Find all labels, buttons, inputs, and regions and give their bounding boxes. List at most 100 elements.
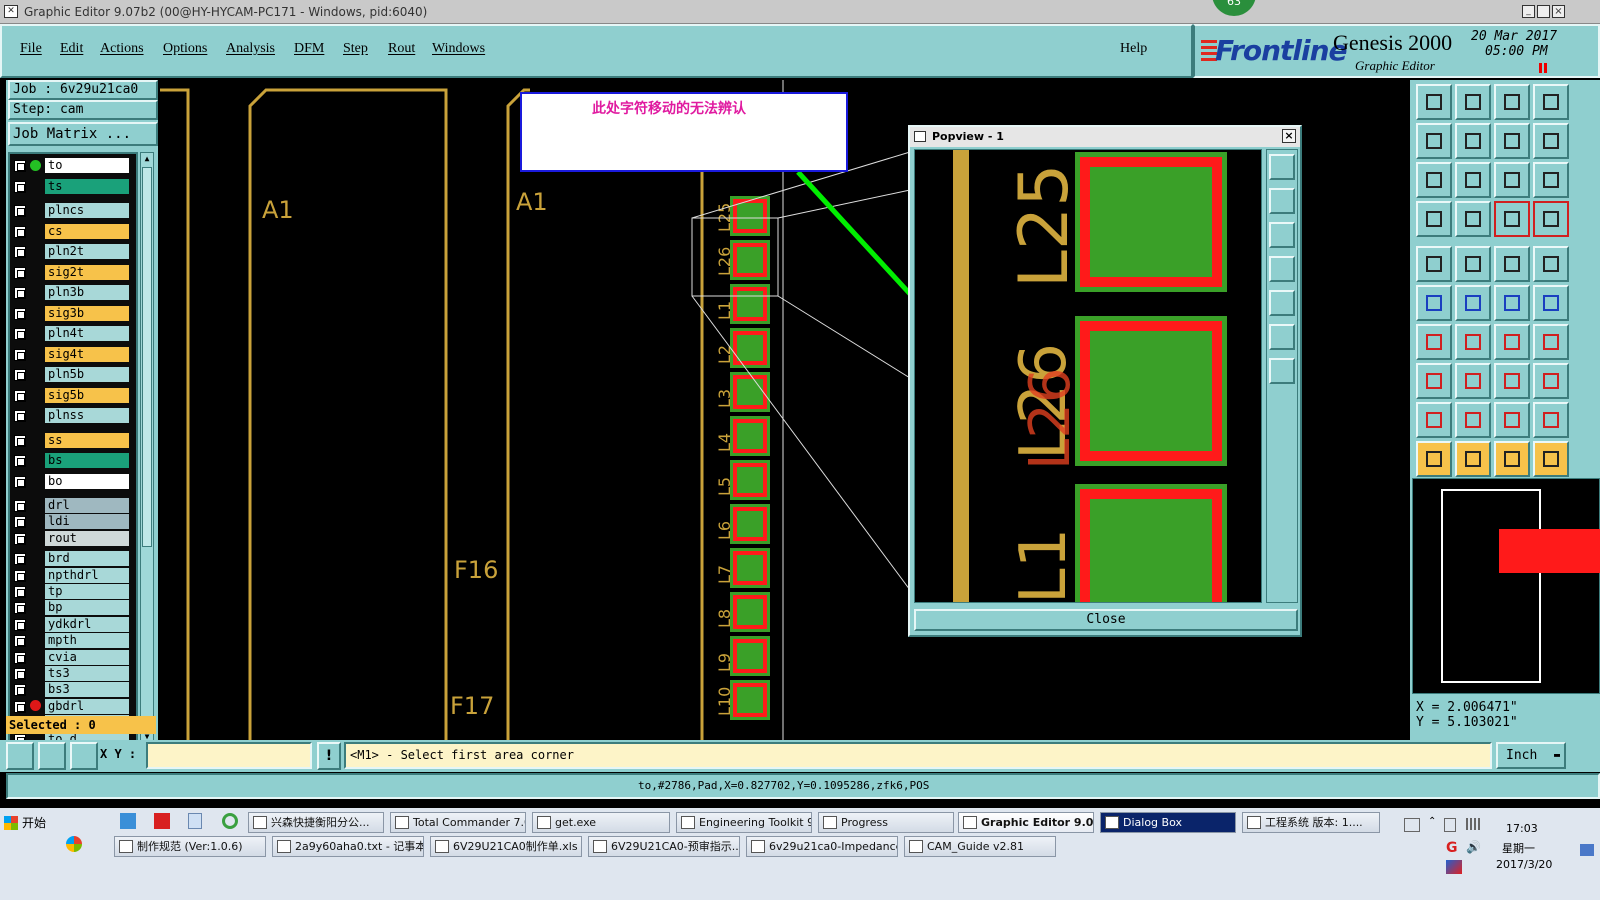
menu-analysis[interactable]: Analysis	[226, 41, 275, 57]
layer-row[interactable]: ts	[12, 178, 134, 194]
measure-icon[interactable]	[38, 742, 66, 770]
window-down-icon[interactable]	[1455, 84, 1491, 120]
layer-name[interactable]: sig3b	[45, 305, 129, 321]
route-icon[interactable]	[1533, 441, 1569, 477]
layer-name[interactable]: to	[45, 158, 129, 173]
text-a-fill-icon[interactable]	[1533, 402, 1569, 438]
menu-dfm[interactable]: DFM	[294, 41, 324, 57]
grid-icon[interactable]	[70, 742, 98, 770]
layer-name[interactable]: sig4t	[45, 346, 129, 362]
popview-canvas[interactable]: L25 L26 L26 L1	[914, 149, 1262, 603]
layer-name[interactable]: ts3	[45, 666, 129, 681]
quick-launch-icon[interactable]	[188, 813, 202, 829]
start-button[interactable]: 开始	[2, 812, 52, 834]
snap-net-icon[interactable]	[1533, 201, 1569, 237]
clock-weekday[interactable]: 星期一	[1502, 840, 1535, 856]
taskbar-button[interactable]: Progress	[818, 812, 954, 833]
layer-name[interactable]: cs	[45, 223, 129, 239]
menu-file[interactable]: File	[20, 41, 42, 57]
pdf-icon[interactable]	[154, 813, 170, 829]
clock-time[interactable]: 17:03	[1506, 822, 1538, 835]
input-method-icon[interactable]	[1446, 860, 1462, 874]
layer-checkbox[interactable]	[14, 180, 26, 193]
scale-1-2-icon[interactable]	[1494, 162, 1530, 198]
layer-checkbox[interactable]	[14, 475, 26, 488]
layer-checkbox[interactable]	[14, 389, 26, 402]
layer-name[interactable]: drl	[45, 498, 129, 513]
notification-badge[interactable]: 63	[1212, 0, 1256, 16]
layer-name[interactable]: bs	[45, 453, 129, 468]
layer-checkbox[interactable]	[14, 586, 26, 598]
layer-row[interactable]: plncs	[12, 203, 134, 218]
quick-launch-icon[interactable]	[66, 836, 82, 852]
popview-close-button[interactable]: Close	[914, 609, 1298, 631]
taskbar-button[interactable]: Graphic Editor 9.07...	[958, 812, 1094, 833]
layer-checkbox[interactable]	[14, 553, 26, 566]
ie-icon[interactable]	[222, 813, 238, 829]
layer-checkbox[interactable]	[14, 516, 26, 529]
layer-name[interactable]: plncs	[45, 203, 129, 218]
popview-pan-down-icon[interactable]	[1269, 222, 1295, 248]
zoom-center-icon[interactable]	[1455, 162, 1491, 198]
minus-icon[interactable]	[1455, 363, 1491, 399]
ruler-icon[interactable]	[1494, 246, 1530, 282]
layer-checkbox[interactable]	[14, 205, 26, 217]
layer-checkbox[interactable]	[14, 635, 26, 648]
layer-name[interactable]: pln3b	[45, 285, 129, 300]
layer-row[interactable]: bp	[12, 600, 134, 616]
layer-row[interactable]: brd	[12, 551, 134, 567]
minimize-icon[interactable]: _	[1522, 5, 1535, 18]
layer-checkbox[interactable]	[14, 618, 26, 631]
cross-icon[interactable]	[1455, 285, 1491, 321]
layer-checkbox[interactable]	[14, 410, 26, 422]
layer-row[interactable]: pln3b	[12, 285, 134, 300]
scroll-up-icon[interactable]: ▲	[142, 154, 152, 164]
layer-checkbox[interactable]	[14, 455, 26, 467]
layer-checkbox[interactable]	[14, 328, 26, 340]
home-icon[interactable]	[1494, 84, 1530, 120]
layer-checkbox[interactable]	[14, 246, 26, 258]
layer-name[interactable]: sig2t	[45, 264, 129, 280]
stack-icon[interactable]	[1533, 123, 1569, 159]
quick-launch-icon[interactable]	[120, 813, 136, 829]
help-icon[interactable]	[1533, 162, 1569, 198]
layer-row[interactable]: sig3b	[12, 305, 134, 321]
step-right-icon[interactable]	[1455, 123, 1491, 159]
rotate-icon[interactable]	[1494, 324, 1530, 360]
layer-name[interactable]: rout	[45, 530, 129, 546]
layer-checkbox[interactable]	[14, 700, 26, 713]
layer-checkbox[interactable]	[14, 160, 26, 172]
layer-row[interactable]: npthdrl	[12, 567, 134, 583]
maximize-icon[interactable]	[1537, 5, 1550, 18]
layer-checkbox[interactable]	[14, 668, 26, 680]
menu-step[interactable]: Step	[343, 41, 368, 57]
layer-row[interactable]: pln2t	[12, 244, 134, 259]
layer-name[interactable]: bp	[45, 600, 129, 616]
measure-icon[interactable]	[1416, 201, 1452, 237]
taskbar-button[interactable]: 6V29U21CA0-预审指示....	[588, 836, 740, 857]
layer-name[interactable]: cvia	[45, 649, 129, 665]
slash-icon[interactable]	[1455, 324, 1491, 360]
layer-name[interactable]: ss	[45, 432, 129, 448]
layer-row[interactable]: pln4t	[12, 326, 134, 341]
layer-row[interactable]: ts3	[12, 666, 134, 681]
layer-name[interactable]: gbdrl	[45, 698, 129, 714]
layer-checkbox[interactable]	[14, 434, 26, 447]
taskbar-button[interactable]: 6v29u21ca0-Impedance ...	[746, 836, 898, 857]
layer-row[interactable]: ss	[12, 432, 134, 448]
layer-row[interactable]: pln5b	[12, 367, 134, 382]
text-a-up-icon[interactable]	[1455, 402, 1491, 438]
angle-icon[interactable]	[1416, 324, 1452, 360]
popview-pan-up-icon[interactable]	[1269, 188, 1295, 214]
layer-name[interactable]: npthdrl	[45, 567, 129, 583]
popview-pan-left-icon[interactable]	[1269, 256, 1295, 282]
layer-row[interactable]: bo	[12, 473, 134, 489]
menu-options[interactable]: Options	[163, 41, 207, 57]
layer-checkbox[interactable]	[14, 307, 26, 320]
step-left-icon[interactable]	[1416, 123, 1452, 159]
layer-name[interactable]: pln5b	[45, 367, 129, 382]
menu-actions[interactable]: Actions	[100, 41, 144, 57]
taskbar-button[interactable]: get.exe	[532, 812, 670, 833]
fill-circle-icon[interactable]	[1533, 246, 1569, 282]
layer-row[interactable]: bs	[12, 453, 134, 468]
